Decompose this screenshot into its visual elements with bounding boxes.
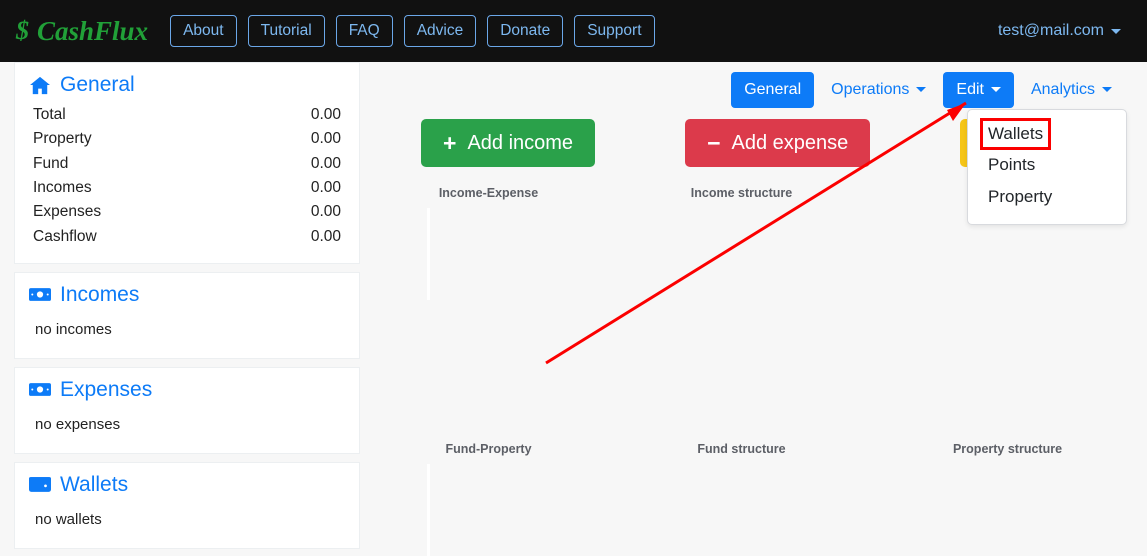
stat-value: 0.00 (310, 106, 341, 123)
sidebar-card-wallets: Wallets no wallets (14, 461, 360, 549)
app-logo[interactable]: $ CashFlux (14, 16, 148, 47)
tab-operations-label: Operations (831, 81, 910, 98)
chevron-down-icon (1111, 28, 1121, 34)
stat-row-incomes: Incomes 0.00 (29, 176, 345, 200)
stat-label: Property (33, 130, 92, 148)
nav-links: About Tutorial FAQ Advice Donate Support (170, 14, 655, 48)
chart-title: Fund structure (697, 442, 786, 456)
chart-property-structure: Property structure (868, 442, 1147, 456)
sidebar-card-general: General Total 0.00 Property 0.00 Fund 0.… (14, 62, 360, 264)
chart-fund-property: Fund-Property (362, 442, 615, 556)
general-card-title: General (29, 73, 345, 97)
user-account-menu[interactable]: test@mail.com (998, 22, 1121, 40)
tab-general[interactable]: General (731, 72, 815, 108)
stat-row-total: Total 0.00 (29, 103, 345, 127)
general-card-label: General (60, 73, 135, 96)
expenses-card-label: Expenses (60, 377, 153, 401)
nav-button-faq[interactable]: FAQ (335, 14, 393, 48)
incomes-card-title: Incomes (29, 283, 345, 307)
nav-button-support[interactable]: Support (574, 14, 655, 48)
money-bill-icon (29, 382, 51, 397)
stat-label: Total (33, 106, 66, 123)
app-title: CashFlux (37, 15, 149, 46)
dollar-icon: $ (16, 16, 29, 45)
chart-axis-line (426, 208, 430, 300)
chart-fund-structure: Fund structure (615, 442, 868, 456)
stat-label: Expenses (33, 203, 102, 221)
expenses-empty-text: no expenses (35, 415, 121, 433)
tab-operations[interactable]: Operations (818, 72, 939, 108)
stat-value: 0.00 (310, 154, 341, 172)
edit-dropdown-menu: Wallets Points Property (967, 109, 1127, 225)
sidebar-card-incomes: Incomes no incomes (14, 271, 360, 359)
home-icon (29, 76, 51, 95)
chevron-down-icon (1102, 87, 1112, 93)
user-email-label: test@mail.com (997, 22, 1104, 39)
nav-button-advice[interactable]: Advice (403, 14, 477, 48)
chart-title: Income-Expense (438, 186, 539, 200)
sidebar-card-expenses: Expenses no expenses (14, 366, 360, 454)
stat-row-fund: Fund 0.00 (29, 152, 345, 176)
add-income-label: Add income (467, 132, 574, 154)
incomes-empty-text: no incomes (35, 320, 112, 338)
stat-row-property: Property 0.00 (29, 127, 345, 151)
stat-value: 0.00 (310, 227, 341, 245)
stat-value: 0.00 (310, 203, 341, 221)
stat-row-cashflow: Cashflow 0.00 (29, 225, 345, 249)
section-tabbar: General Operations Edit Analytics (731, 72, 1125, 108)
stat-label: Incomes (33, 178, 92, 196)
chart-income-expense: Income-Expense (362, 186, 615, 300)
add-expense-label: Add expense (731, 132, 849, 154)
add-expense-button[interactable]: − Add expense (685, 119, 871, 167)
incomes-card-label: Incomes (60, 282, 140, 306)
stat-value: 0.00 (310, 178, 341, 196)
navbar-right: test@mail.com (998, 22, 1133, 40)
sidebar: General Total 0.00 Property 0.00 Fund 0.… (0, 62, 362, 556)
expenses-card-title: Expenses (29, 378, 345, 402)
stat-value: 0.00 (310, 130, 341, 148)
dropdown-item-wallets[interactable]: Wallets (979, 118, 1052, 150)
stat-label: Fund (33, 154, 69, 172)
dropdown-item-property[interactable]: Property (968, 181, 1126, 213)
nav-button-tutorial[interactable]: Tutorial (247, 14, 325, 48)
wallets-card-label: Wallets (60, 472, 129, 496)
stat-row-expenses: Expenses 0.00 (29, 200, 345, 224)
tab-edit[interactable]: Edit (943, 72, 1014, 108)
tab-general-label: General (744, 81, 802, 98)
top-navbar: $ CashFlux About Tutorial FAQ Advice Don… (0, 0, 1147, 62)
main-content: General Operations Edit Analytics + Add … (362, 62, 1147, 556)
tab-analytics-label: Analytics (1030, 81, 1095, 98)
wallets-card-title: Wallets (29, 473, 345, 497)
chevron-down-icon (916, 87, 927, 93)
charts-row-bottom: Fund-Property Fund structure Property st… (362, 442, 1147, 556)
chart-title: Income structure (690, 186, 793, 200)
chart-title: Property structure (952, 442, 1063, 456)
add-income-button[interactable]: + Add income (421, 119, 596, 167)
minus-icon: − (707, 129, 721, 156)
wallet-icon (29, 476, 51, 493)
wallets-empty-text: no wallets (35, 510, 102, 528)
stat-label: Cashflow (33, 227, 97, 245)
chart-income-structure: Income structure (615, 186, 868, 200)
money-bill-icon (29, 287, 51, 302)
tab-edit-label: Edit (956, 81, 984, 98)
action-buttons: + Add income − Add expense (421, 119, 1019, 167)
nav-button-about[interactable]: About (170, 14, 237, 48)
chart-title: Fund-Property (445, 442, 532, 456)
chevron-down-icon (990, 87, 1001, 93)
chart-axis-line (426, 464, 430, 556)
dropdown-item-points[interactable]: Points (968, 149, 1126, 181)
plus-icon: + (443, 129, 457, 156)
nav-button-donate[interactable]: Donate (487, 14, 564, 48)
tab-analytics[interactable]: Analytics (1018, 72, 1125, 108)
